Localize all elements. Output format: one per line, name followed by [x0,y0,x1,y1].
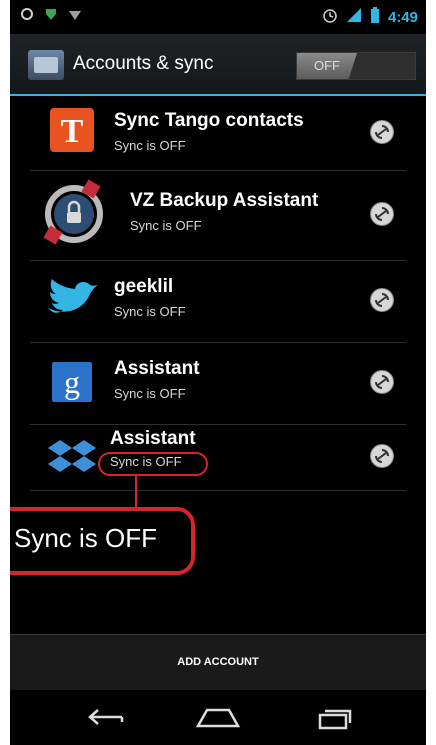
callout-text: Sync is OFF [14,523,158,553]
add-account-button[interactable]: ADD ACCOUNT [10,656,426,668]
account-status: Sync is OFF [114,138,186,153]
recent-apps-icon[interactable] [316,706,356,735]
svg-text:g: g [64,364,80,400]
shield-icon [44,7,58,26]
account-status: Sync is OFF [130,218,202,233]
google-icon: g [52,362,92,407]
account-row-vz-backup[interactable]: VZ Backup Assistant Sync is OFF [30,170,406,261]
home-icon[interactable] [195,706,241,733]
account-status: Sync is OFF [114,304,186,319]
account-name: Assistant [114,358,200,379]
account-status: Sync is OFF [114,386,186,401]
account-row-tango[interactable]: T Sync Tango contacts Sync is OFF [30,96,406,171]
account-row-dropbox[interactable]: Assistant Sync is OFF [30,424,406,491]
account-name: Sync Tango contacts [114,110,304,131]
phone-screen: 4:49 Accounts & sync OFF T Sync Tango co… [10,0,426,745]
sync-master-toggle[interactable]: OFF [296,52,416,80]
notification-circle-icon [20,7,34,26]
sync-icon[interactable] [370,202,394,226]
twitter-bird-icon [44,278,100,327]
tango-icon: T [50,108,94,157]
toggle-label: OFF [297,53,357,79]
svg-text:T: T [61,113,84,150]
sync-icon[interactable] [370,288,394,312]
account-name: geeklil [114,276,174,297]
signal-icon [346,7,362,27]
accounts-settings-icon[interactable] [28,50,64,80]
battery-icon [370,7,380,27]
vz-backup-icon [40,178,110,253]
status-bar: 4:49 [10,0,426,34]
action-bar: Accounts & sync OFF [10,34,426,96]
sync-icon[interactable] [370,120,394,144]
clock-time: 4:49 [387,8,418,26]
callout-highlight [98,452,208,476]
sync-icon[interactable] [370,444,394,468]
account-row-google[interactable]: g Assistant Sync is OFF [30,342,406,425]
wifi-icon [68,7,82,26]
page-title: Accounts & sync [73,53,214,74]
callout-box: Sync is OFF [10,507,195,575]
bottom-bar: ADD ACCOUNT [10,634,426,691]
nav-bar [10,690,426,745]
alarm-icon [322,7,338,27]
dropbox-icon [46,438,98,483]
account-name: Assistant [110,428,196,449]
callout-connector [135,476,137,508]
sync-icon[interactable] [370,370,394,394]
account-row-twitter[interactable]: geeklil Sync is OFF [30,260,406,343]
account-name: VZ Backup Assistant [130,190,319,211]
back-icon[interactable] [86,706,126,733]
